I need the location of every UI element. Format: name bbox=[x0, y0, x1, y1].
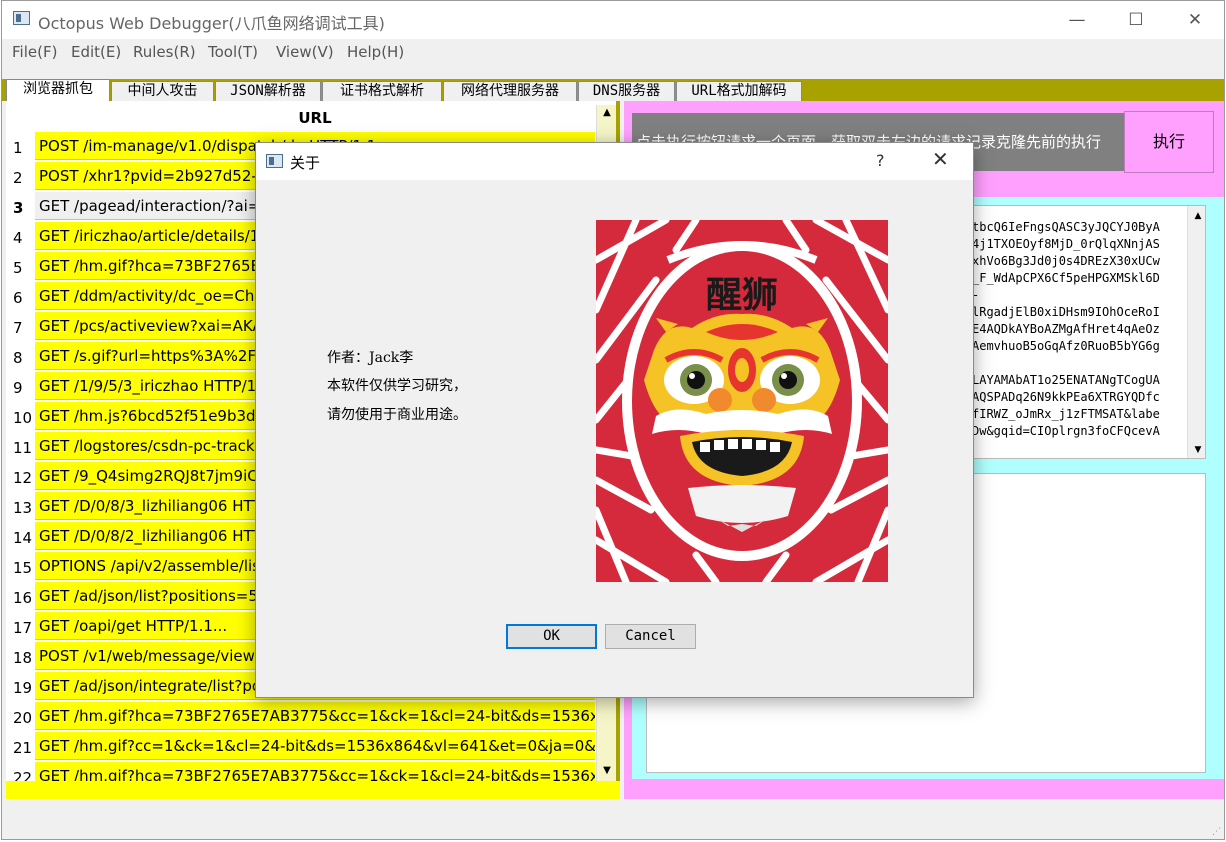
app-icon bbox=[13, 11, 30, 25]
row-number: 1 bbox=[13, 139, 23, 157]
code-scroll-down-icon[interactable]: ▼ bbox=[1190, 442, 1205, 458]
tab-browser-capture[interactable]: 浏览器抓包 bbox=[6, 79, 110, 101]
code-line: E4AQDkAYBoAZMgAfHret4qAeOz bbox=[972, 322, 1160, 336]
dialog-title-bar: 关于 ? ✕ bbox=[256, 143, 973, 180]
menu-tool[interactable]: Tool(T) bbox=[208, 43, 258, 61]
lion-caption: 醒狮 bbox=[706, 274, 778, 316]
commercial-warning: 请勿使用于商业用途。 bbox=[327, 407, 467, 423]
row-number: 19 bbox=[13, 679, 33, 697]
row-url[interactable]: GET /hm.gif?cc=1&ck=1&cl=24-bit&ds=1536x… bbox=[35, 732, 595, 760]
tab-cert-parser[interactable]: 证书格式解析 bbox=[322, 81, 442, 101]
code-scrollbar[interactable]: ▲ ▼ bbox=[1187, 206, 1205, 458]
menu-file[interactable]: File(F) bbox=[12, 43, 57, 61]
row-number: 17 bbox=[13, 619, 33, 637]
menu-bar: File(F) Edit(E) Rules(R) Tool(T) View(V)… bbox=[2, 39, 1224, 67]
row-number: 13 bbox=[13, 499, 33, 517]
title-bar: Octopus Web Debugger(八爪鱼网络调试工具) — ☐ ✕ bbox=[2, 1, 1224, 39]
scroll-down-icon[interactable]: ▼ bbox=[599, 763, 615, 779]
maximize-button[interactable]: ☐ bbox=[1113, 5, 1159, 35]
menu-edit[interactable]: Edit(E) bbox=[71, 43, 121, 61]
tab-json-parser[interactable]: JSON解析器 bbox=[215, 81, 321, 101]
help-button[interactable]: ? bbox=[876, 151, 885, 170]
menu-rules[interactable]: Rules(R) bbox=[133, 43, 196, 61]
minimize-button[interactable]: — bbox=[1054, 5, 1100, 35]
row-number: 5 bbox=[13, 259, 23, 277]
row-number: 20 bbox=[13, 709, 33, 727]
code-line: LAYAMAbAT1o25ENATANgTCogUA bbox=[972, 373, 1160, 387]
code-scroll-up-icon[interactable]: ▲ bbox=[1190, 208, 1205, 224]
row-number: 6 bbox=[13, 289, 23, 307]
about-dialog: 关于 ? ✕ 作者：Jack李 本软件仅供学习研究， 请勿使用于商业用途。 醒狮 bbox=[255, 142, 974, 698]
list-footer bbox=[6, 781, 620, 799]
code-line: AQSPADq26N9kkPEa6XTRGYQDfc bbox=[972, 390, 1160, 404]
code-line: AemvhuoB5oGqAfz0RuoB5bYG6g bbox=[972, 339, 1160, 353]
tab-url-codec[interactable]: URL格式加解码 bbox=[676, 81, 802, 101]
code-line: xhVo6Bg3Jd0j0s4DREzX30xUCw bbox=[972, 254, 1160, 268]
row-number: 9 bbox=[13, 379, 23, 397]
usage-note: 本软件仅供学习研究， bbox=[327, 378, 467, 394]
row-number: 11 bbox=[13, 439, 33, 457]
dialog-title: 关于 bbox=[290, 154, 321, 172]
code-line: lRgadjElB0xiDHsm9IOhOceRoI bbox=[972, 305, 1160, 319]
code-line: _F_WdApCPX6Cf5peHPGXMSkl6D bbox=[972, 271, 1160, 285]
table-row[interactable]: 21 GET /hm.gif?cc=1&ck=1&cl=24-bit&ds=153… bbox=[6, 731, 596, 761]
close-button[interactable]: ✕ bbox=[1172, 5, 1218, 35]
dialog-app-icon bbox=[266, 154, 283, 168]
code-line: 4j1TXOEOyf8MjD_0rQlqXNnjAS bbox=[972, 237, 1160, 251]
code-line: tbcQ6IeFngsQASC3yJQCYJ0ByA bbox=[972, 220, 1160, 234]
code-line: fIRWZ_oJmRx_j1zFTMSAT&labe bbox=[972, 407, 1160, 421]
row-number: 18 bbox=[13, 649, 33, 667]
row-number: 8 bbox=[13, 349, 23, 367]
row-number: 2 bbox=[13, 169, 23, 187]
menu-view[interactable]: View(V) bbox=[276, 43, 334, 61]
dialog-close-button[interactable]: ✕ bbox=[932, 147, 949, 171]
tab-dns-server[interactable]: DNS服务器 bbox=[578, 81, 675, 101]
tab-mitm[interactable]: 中间人攻击 bbox=[111, 81, 214, 101]
menu-help[interactable]: Help(H) bbox=[347, 43, 404, 61]
ok-button[interactable]: OK bbox=[506, 624, 597, 649]
tab-proxy-server[interactable]: 网络代理服务器 bbox=[443, 81, 577, 101]
lion-dance-image: 醒狮 bbox=[596, 220, 888, 582]
table-row[interactable]: 20 GET /hm.gif?hca=73BF2765E7AB3775&cc=1&… bbox=[6, 701, 596, 731]
row-number: 10 bbox=[13, 409, 33, 427]
window-title: Octopus Web Debugger(八爪鱼网络调试工具) bbox=[38, 14, 385, 33]
row-number: 16 bbox=[13, 589, 33, 607]
url-column-header[interactable]: URL bbox=[35, 107, 595, 129]
resize-grip-icon[interactable]: ⋰ bbox=[1212, 827, 1222, 837]
execute-button[interactable]: 执行 bbox=[1124, 111, 1214, 173]
row-number: 3 bbox=[13, 199, 24, 217]
tab-strip: 浏览器抓包 中间人攻击 JSON解析器 证书格式解析 网络代理服务器 DNS服务… bbox=[2, 79, 1224, 101]
code-line: Dw&gqid=CIOplrgn3foCFQcevA bbox=[972, 424, 1160, 438]
row-number: 21 bbox=[13, 739, 33, 757]
row-number: 7 bbox=[13, 319, 23, 337]
cancel-button[interactable]: Cancel bbox=[605, 624, 696, 649]
row-number: 12 bbox=[13, 469, 33, 487]
row-number: 15 bbox=[13, 559, 33, 577]
scroll-up-icon[interactable]: ▲ bbox=[599, 105, 615, 121]
row-number: 4 bbox=[13, 229, 23, 247]
row-url[interactable]: GET /hm.gif?hca=73BF2765E7AB3775&cc=1&ck… bbox=[35, 702, 595, 730]
author-label: 作者：Jack李 bbox=[327, 350, 414, 366]
row-number: 14 bbox=[13, 529, 33, 547]
status-bar: ⋰ bbox=[2, 799, 1224, 839]
